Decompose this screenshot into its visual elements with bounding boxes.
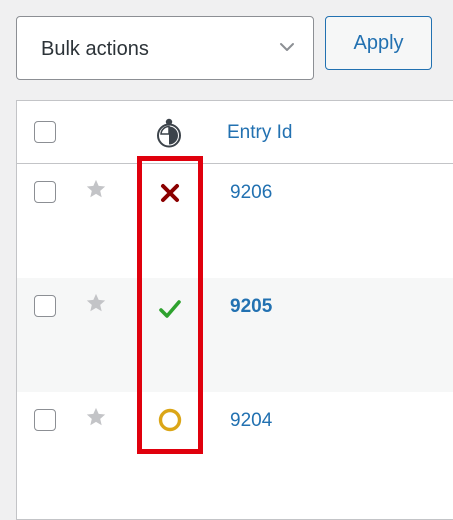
entry-id-link[interactable]: 9206 [230, 182, 272, 204]
table-row: 9204 [17, 392, 453, 506]
apply-button[interactable]: Apply [325, 16, 432, 70]
entries-table: Entry Id 9206 9205 9204 [16, 100, 453, 520]
select-all-checkbox[interactable] [34, 121, 56, 143]
row-checkbox[interactable] [34, 181, 56, 203]
row-checkbox[interactable] [34, 295, 56, 317]
star-icon[interactable] [85, 292, 107, 314]
row-checkbox[interactable] [34, 409, 56, 431]
check-mark-icon [159, 300, 181, 318]
circle-icon [158, 408, 182, 432]
x-mark-icon [161, 184, 179, 202]
table-header: Entry Id [17, 101, 453, 164]
chevron-down-icon [280, 43, 294, 51]
star-icon[interactable] [85, 178, 107, 200]
entry-id-column-header[interactable]: Entry Id [227, 122, 292, 144]
status-column-icon [157, 118, 181, 148]
bulk-actions-selected-value: Bulk actions [41, 38, 149, 60]
table-row: 9205 [17, 278, 453, 392]
entry-id-link[interactable]: 9205 [230, 296, 272, 318]
table-row: 9206 [17, 164, 453, 278]
star-icon[interactable] [85, 406, 107, 428]
bulk-actions-select[interactable]: Bulk actions [16, 16, 314, 80]
entry-id-link[interactable]: 9204 [230, 410, 272, 432]
